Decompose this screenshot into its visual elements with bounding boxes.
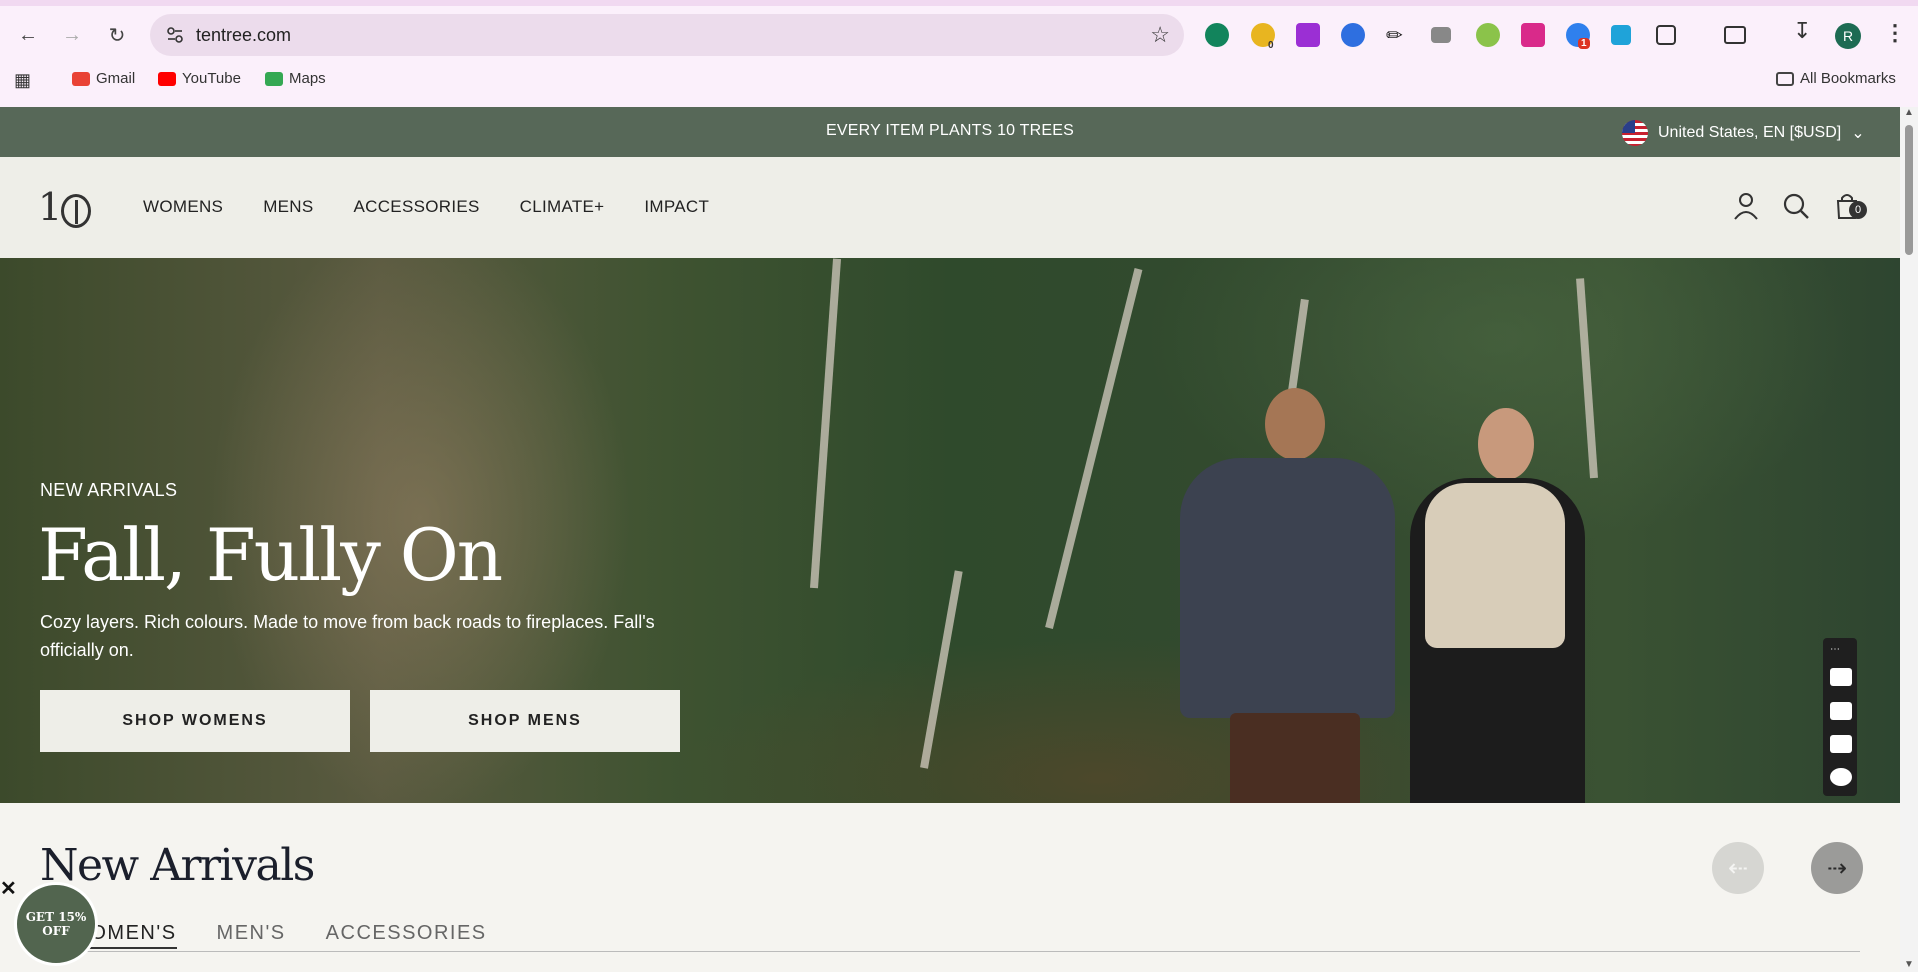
bookmark-label: Gmail (96, 70, 136, 87)
us-flag-icon (1622, 120, 1648, 146)
shop-mens-button[interactable]: SHOP MENS (370, 690, 680, 752)
grammarly-extension-icon[interactable] (1205, 23, 1229, 47)
reload-button[interactable]: ↻ (102, 20, 132, 50)
site-header: 1 WOMENS MENS ACCESSORIES CLIMATE+ IMPAC… (0, 157, 1900, 258)
maps-icon (265, 71, 283, 86)
extension-badge: 0 (1268, 40, 1274, 51)
main-nav: WOMENS MENS ACCESSORIES CLIMATE+ IMPACT (143, 197, 709, 217)
bookmark-maps[interactable]: Maps (265, 70, 326, 87)
person-jacket (1180, 458, 1395, 718)
hero-banner: NEW ARRIVALS Fall, Fully On Cozy layers.… (0, 258, 1900, 803)
tabs-divider (40, 951, 1860, 952)
download-extension-icon[interactable] (1296, 23, 1320, 47)
downloader-extension-icon[interactable] (1521, 23, 1545, 47)
tree-logo-icon (61, 193, 92, 228)
youtube-icon (158, 71, 176, 86)
all-bookmarks-button[interactable]: All Bookmarks (1776, 70, 1896, 87)
hero-eyebrow: NEW ARRIVALS (40, 480, 178, 500)
search-icon[interactable] (1779, 189, 1813, 223)
extension-badge: 1 (1578, 38, 1590, 49)
camera-extension-icon[interactable] (1431, 27, 1451, 43)
bookmark-star-icon[interactable]: ☆ (1150, 22, 1170, 48)
tab-strip (0, 0, 1918, 6)
discount-promo-badge[interactable]: GET 15% OFF (14, 882, 98, 966)
gmail-icon (72, 71, 90, 86)
hero-title: Fall, Fully On (38, 513, 503, 597)
address-bar[interactable]: tentree.com ☆ (150, 14, 1184, 56)
site-info-icon[interactable] (166, 26, 184, 44)
new-arrivals-title: New Arrivals (40, 840, 315, 891)
more-options-icon[interactable]: ⋯ (1830, 644, 1852, 655)
url-text[interactable]: tentree.com (196, 25, 291, 46)
bookmark-youtube[interactable]: YouTube (158, 70, 241, 87)
person-vest (1425, 483, 1565, 648)
apps-grid-icon[interactable]: ▦ (14, 70, 31, 91)
cart-count-badge: 0 (1849, 201, 1867, 219)
tab-search-icon[interactable] (1724, 26, 1746, 44)
scrollbar-thumb[interactable] (1905, 125, 1913, 255)
person-head (1478, 408, 1534, 480)
all-bookmarks-label: All Bookmarks (1800, 70, 1896, 87)
announcement-bar: EVERY ITEM PLANTS 10 TREES United States… (0, 107, 1900, 157)
nav-womens[interactable]: WOMENS (143, 197, 223, 217)
nav-climate[interactable]: CLIMATE+ (520, 197, 605, 217)
bookmarks-bar: ▦ Gmail YouTube Maps All Bookmarks (0, 66, 1918, 96)
nav-mens[interactable]: MENS (263, 197, 313, 217)
person-pants (1230, 713, 1360, 803)
new-arrivals-tabs: WOMEN'S MEN'S ACCESSORIES (70, 922, 487, 949)
account-icon[interactable] (1729, 189, 1763, 223)
tentree-logo[interactable]: 1 (38, 185, 92, 229)
scroll-down-icon[interactable]: ▼ (1904, 959, 1914, 970)
logo-text: 1 (38, 185, 62, 229)
bookmark-label: Maps (289, 70, 326, 87)
nav-impact[interactable]: IMPACT (644, 197, 709, 217)
profile-avatar[interactable]: R (1835, 23, 1861, 49)
person-head (1265, 388, 1325, 460)
promo-close-icon[interactable]: ✕ (0, 876, 17, 901)
nav-accessories[interactable]: ACCESSORIES (354, 197, 480, 217)
camera-icon[interactable] (1830, 668, 1852, 686)
settings-gear-icon[interactable] (1830, 768, 1852, 786)
bookmark-gmail[interactable]: Gmail (72, 70, 135, 87)
browser-extension-icon[interactable] (1341, 23, 1365, 47)
announcement-message: EVERY ITEM PLANTS 10 TREES (826, 122, 1074, 139)
forward-button[interactable]: → (57, 20, 87, 50)
back-button[interactable]: ← (13, 20, 43, 50)
capture-toolbar: ⋯ (1823, 638, 1857, 796)
scroll-up-icon[interactable]: ▲ (1904, 107, 1914, 118)
video-icon[interactable] (1830, 702, 1852, 720)
extensions-puzzle-icon[interactable] (1656, 25, 1676, 45)
carousel-prev-button[interactable]: ⇠ (1712, 842, 1764, 894)
chevron-down-icon: ⌄ (1851, 125, 1865, 142)
extension-icon[interactable] (1611, 25, 1631, 45)
carousel-next-button[interactable]: ⇢ (1811, 842, 1863, 894)
hero-subtitle: Cozy layers. Rich colours. Made to move … (40, 612, 655, 660)
browser-menu-icon[interactable]: ⋮ (1884, 20, 1906, 46)
tab-mens[interactable]: MEN'S (217, 922, 286, 949)
locale-selector[interactable]: United States, EN [$USD] ⌄ (1622, 120, 1865, 146)
bookmark-label: YouTube (182, 70, 241, 87)
locale-label: United States, EN [$USD] (1658, 124, 1842, 141)
page-scrollbar[interactable]: ▲ ▼ (1900, 107, 1918, 972)
shop-womens-button[interactable]: SHOP WOMENS (40, 690, 350, 752)
bulb-extension-icon[interactable] (1476, 23, 1500, 47)
folder-icon (1776, 71, 1794, 86)
eyedropper-icon[interactable]: ✏ (1386, 23, 1410, 47)
window-capture-icon[interactable] (1830, 735, 1852, 753)
tab-accessories[interactable]: ACCESSORIES (326, 922, 487, 949)
downloads-icon[interactable]: ↧ (1793, 18, 1817, 43)
